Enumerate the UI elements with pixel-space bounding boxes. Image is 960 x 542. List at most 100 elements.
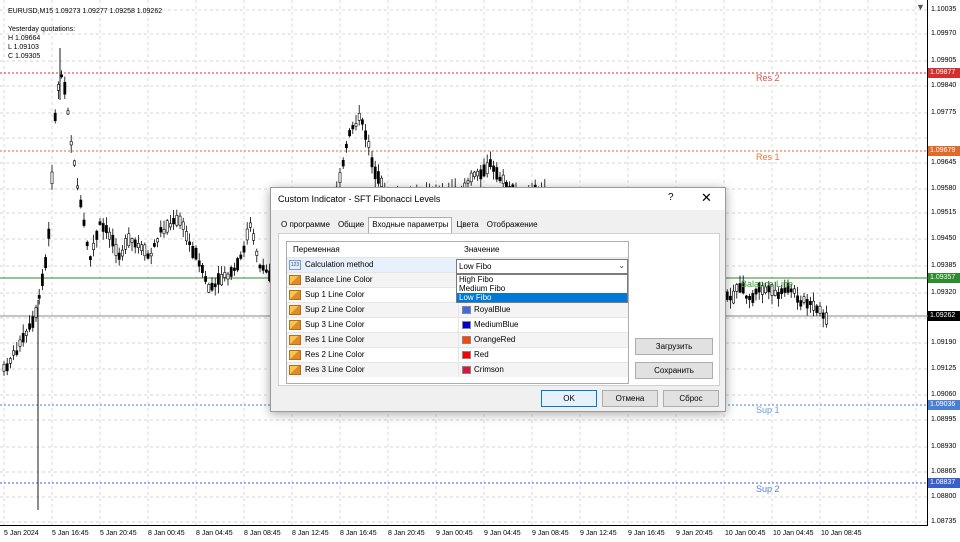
candle-body (82, 219, 86, 226)
dialog-titlebar[interactable]: Custom Indicator - SFT Fibonacci Levels … (271, 188, 725, 210)
candle-body (130, 238, 134, 243)
param-value[interactable]: Red (458, 348, 629, 362)
param-row[interactable]: Sup 3 Line Color MediumBlue (287, 317, 628, 332)
price-tag: 1.09036 (928, 400, 960, 410)
calculation-method-options[interactable]: High Fibo Medium Fibo Low Fibo (456, 274, 628, 303)
candle-body (488, 159, 492, 168)
candle-body (754, 288, 758, 295)
calculation-method-value: Low Fibo (459, 262, 492, 271)
save-button[interactable]: Сохранить (635, 362, 713, 379)
price-axis-label: 1.08995 (931, 416, 957, 423)
option-low-fibo[interactable]: Low Fibo (457, 293, 627, 302)
candle-body (207, 284, 211, 293)
param-value[interactable]: MediumBlue (458, 318, 629, 332)
time-axis-label: 5 Jan 20:45 (100, 530, 137, 537)
time-axis-label: 10 Jan 08:45 (821, 530, 862, 537)
time-axis-label: 8 Jan 20:45 (388, 530, 425, 537)
candle-body (172, 218, 176, 225)
reset-button[interactable]: Сброс (663, 390, 719, 407)
candle-body (69, 141, 73, 146)
candle-body (258, 264, 262, 269)
candle-body (143, 244, 147, 257)
color-param-icon (289, 335, 301, 345)
sup2-label: Sup 2 (756, 484, 780, 494)
price-tag: 1.09877 (928, 68, 960, 78)
param-name: Res 1 Line Color (305, 335, 365, 344)
candle-body (367, 141, 371, 148)
candle-body (28, 323, 32, 330)
param-value[interactable]: OrangeRed (458, 333, 629, 347)
candle-body (799, 300, 803, 307)
candle-body (245, 228, 249, 241)
yesterday-title: Yesterday quotations: (8, 26, 76, 33)
param-row[interactable]: Res 3 Line Color Crimson (287, 362, 628, 377)
candle-body (732, 290, 736, 304)
option-medium-fibo[interactable]: Medium Fibo (457, 284, 627, 293)
candle-body (197, 260, 201, 267)
res1-label: Res 1 (756, 152, 780, 162)
color-param-icon (289, 305, 301, 315)
candle-body (261, 265, 265, 271)
candle-body (76, 185, 80, 189)
ok-button[interactable]: OK (541, 390, 597, 407)
time-axis-label: 8 Jan 04:45 (196, 530, 233, 537)
time-axis-label: 8 Jan 12:45 (292, 530, 329, 537)
candle-body (175, 215, 179, 226)
cancel-button[interactable]: Отмена (602, 390, 658, 407)
candle-body (773, 289, 777, 296)
candle-body (808, 300, 812, 305)
candle-body (105, 225, 108, 234)
candle-body (31, 316, 35, 328)
candle-body (213, 283, 217, 288)
param-row[interactable]: Res 1 Line Color OrangeRed (287, 332, 628, 347)
candle-body (37, 295, 41, 299)
candle-body (188, 241, 192, 246)
candle-body (479, 169, 483, 180)
yesterday-low: L 1.09103 (8, 44, 39, 51)
header-value[interactable]: Значение (458, 242, 628, 257)
param-row[interactable]: Sup 2 Line Color RoyalBlue (287, 302, 628, 317)
color-name: MediumBlue (474, 320, 519, 329)
time-axis-label: 8 Jan 00:45 (148, 530, 185, 537)
yesterday-close: C 1.09305 (8, 53, 41, 60)
price-axis-label: 1.08930 (931, 443, 957, 450)
time-axis-label: 8 Jan 16:45 (340, 530, 377, 537)
candle-body (101, 223, 105, 232)
candle-body (236, 258, 240, 271)
candle-body (53, 112, 57, 122)
close-icon[interactable]: ✕ (701, 190, 712, 206)
candle-body (34, 307, 38, 318)
candle-body (165, 220, 169, 233)
time-axis-label: 5 Jan 2024 (4, 530, 39, 537)
color-param-icon (289, 275, 301, 285)
price-tag: 1.09357 (928, 273, 960, 283)
candle-body (89, 256, 92, 260)
candle-body (501, 174, 505, 184)
candle-body (47, 228, 51, 239)
param-row[interactable]: Res 2 Line Color Red (287, 347, 628, 362)
candle-body (815, 305, 819, 313)
candle-body (201, 264, 204, 273)
param-value[interactable]: Crimson (458, 363, 629, 377)
candle-body (153, 243, 156, 247)
time-axis-label: 10 Jan 04:45 (773, 530, 814, 537)
chart-close-icon[interactable]: ▼ (916, 2, 925, 12)
chevron-down-icon[interactable]: ⌄ (618, 259, 625, 272)
color-swatch (462, 351, 471, 359)
candle-body (751, 293, 755, 303)
time-axis-label: 9 Jan 00:45 (436, 530, 473, 537)
candle-body (255, 250, 259, 256)
header-variable[interactable]: Переменная (287, 242, 457, 257)
candle-body (140, 244, 144, 251)
help-icon[interactable]: ? (668, 192, 674, 203)
load-button[interactable]: Загрузить (635, 338, 713, 355)
color-swatch (462, 321, 471, 329)
candle-body (223, 272, 227, 278)
candle-body (18, 339, 22, 347)
calculation-method-select[interactable]: Low Fibo ⌄ (456, 259, 628, 274)
option-high-fibo[interactable]: High Fibo (457, 275, 627, 284)
balance-line-label: Balance Line (741, 279, 794, 289)
param-value[interactable]: RoyalBlue (458, 303, 629, 317)
price-axis-label: 1.08800 (931, 493, 957, 500)
param-name: Res 3 Line Color (305, 365, 365, 374)
